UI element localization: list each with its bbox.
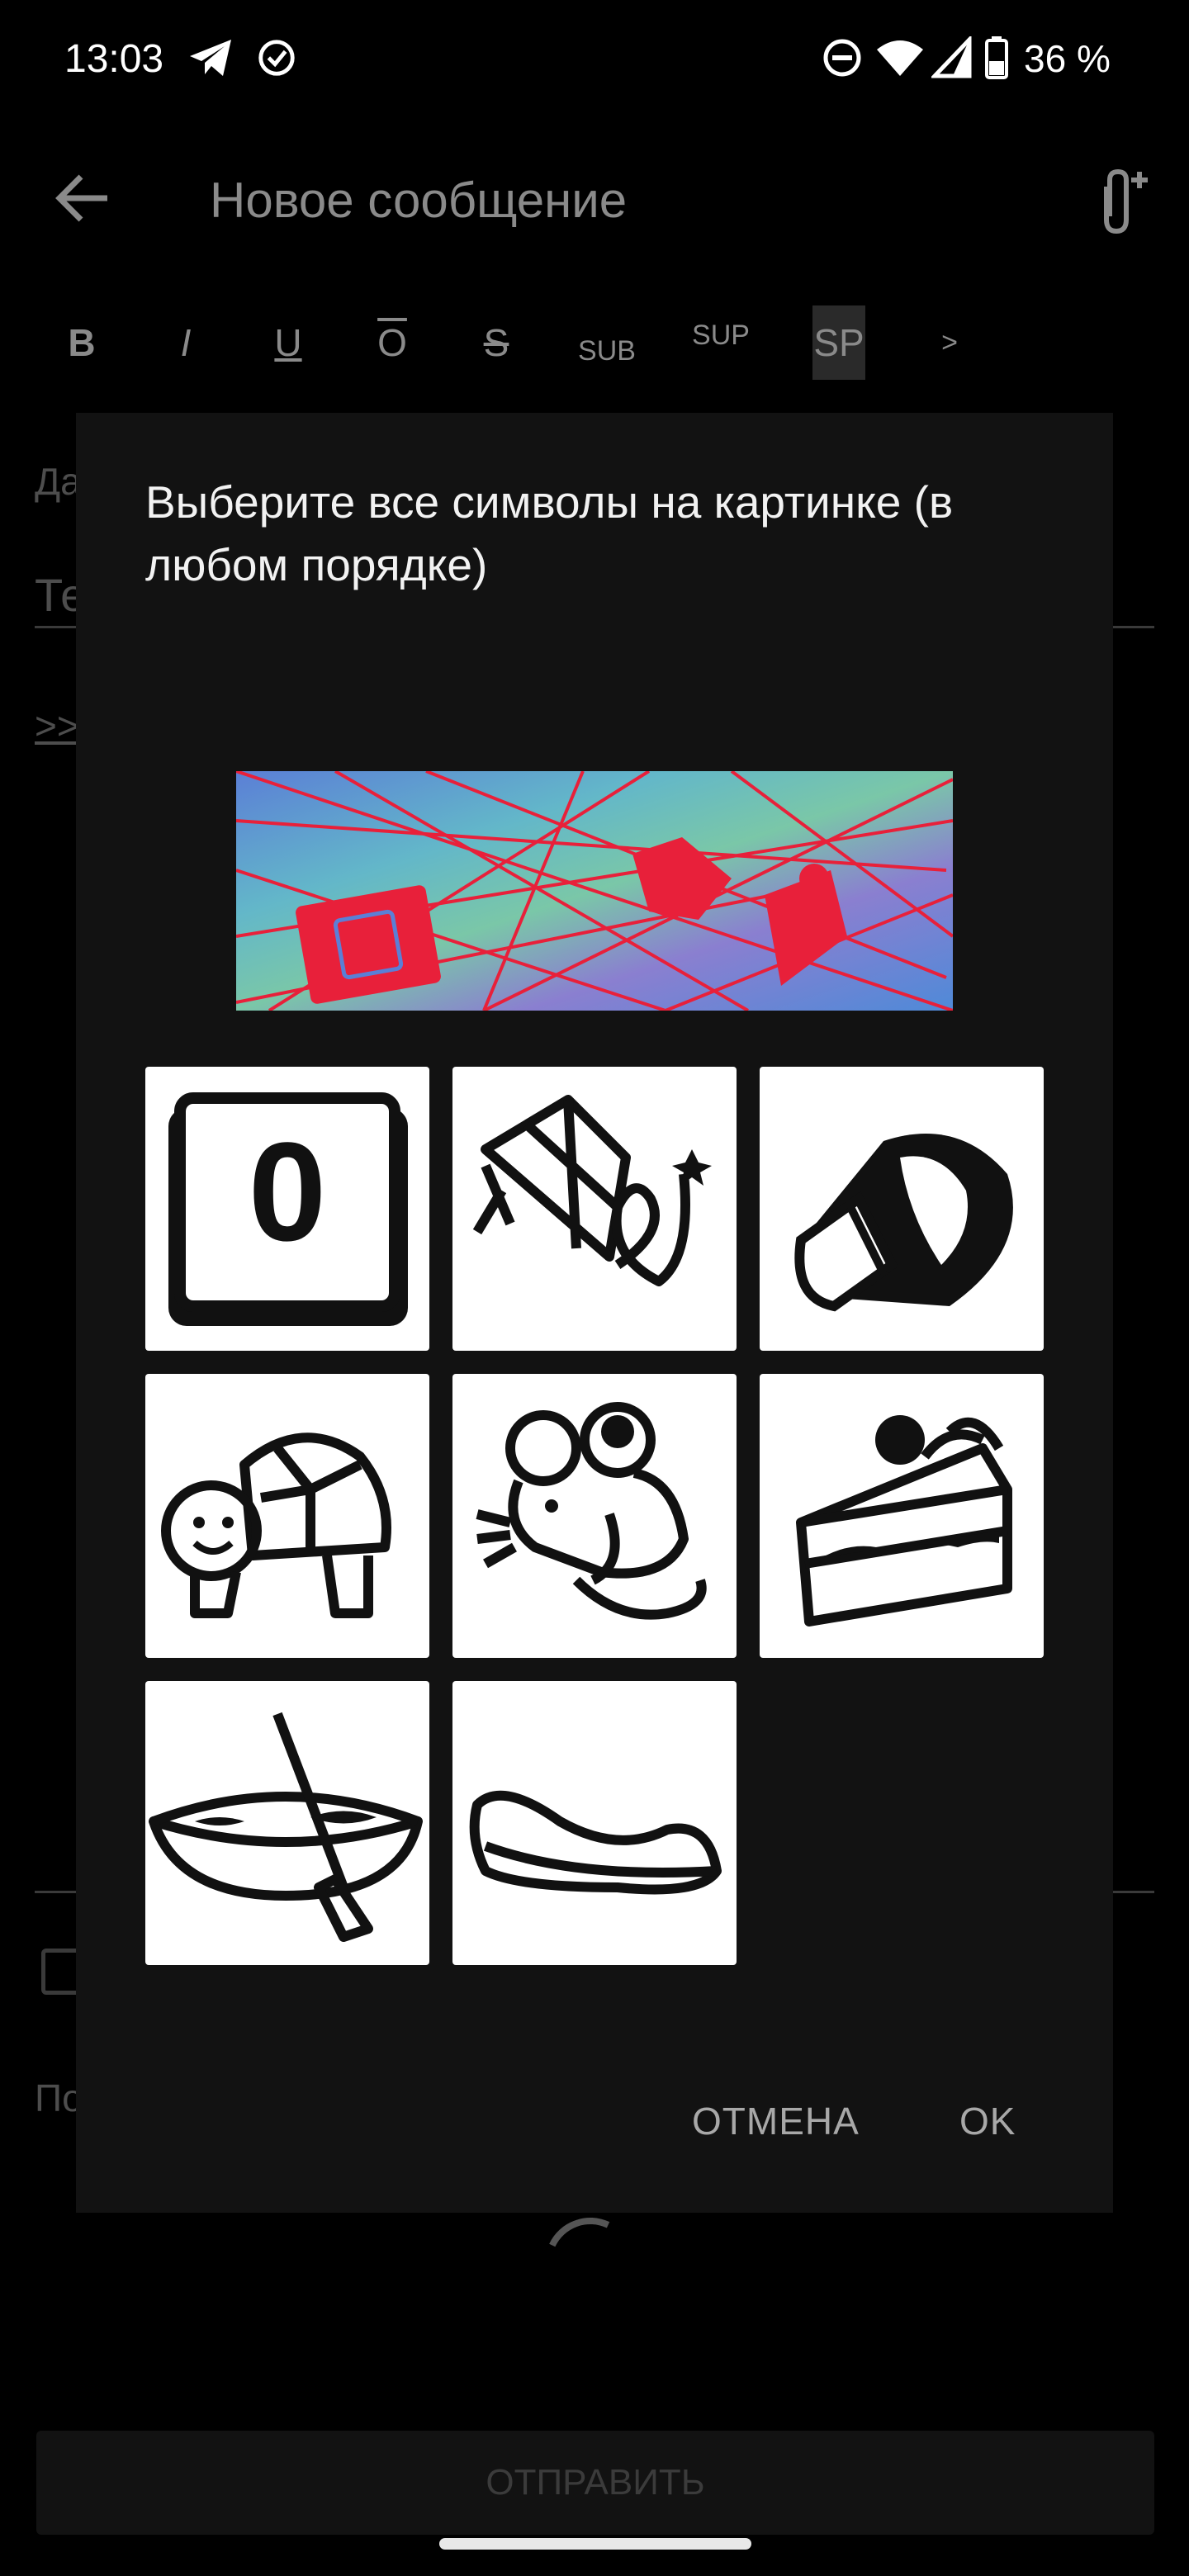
format-strike-button[interactable]: S: [467, 305, 525, 380]
date-label: Да: [35, 460, 82, 503]
arrow-back-icon[interactable]: [50, 165, 116, 231]
format-underline-button[interactable]: U: [259, 305, 317, 380]
telegram-icon: [190, 40, 231, 76]
megaphone-icon: [794, 1134, 1013, 1312]
captcha-choice-mouse[interactable]: [452, 1374, 737, 1658]
dialog-title: Выберите все символы на картинке (в любо…: [145, 476, 954, 590]
captcha-choice-megaphone[interactable]: [760, 1067, 1044, 1351]
wifi-icon: [877, 40, 923, 76]
format-spoiler-button[interactable]: SP: [812, 305, 865, 380]
signal-icon: [931, 36, 972, 78]
canoe-icon: [149, 1712, 423, 1942]
captcha-choice-kite[interactable]: [452, 1067, 737, 1351]
captcha-choice-cake-slice[interactable]: [760, 1374, 1044, 1658]
captcha-choice-turtle[interactable]: [145, 1374, 429, 1658]
svg-text:0: 0: [249, 1114, 327, 1271]
battery-percent: 36 %: [1024, 37, 1111, 80]
cancel-button[interactable]: ОТМЕНА: [692, 2099, 860, 2143]
check-circle-icon: [258, 40, 295, 76]
format-toolbar: B I U O S SUB SUP SP >: [0, 305, 1189, 380]
flat-shoe-icon: [469, 1790, 722, 1895]
quote-label: >>: [35, 704, 79, 747]
dnd-icon: [823, 39, 861, 77]
toolbar-title: Новое сообщение: [210, 173, 628, 228]
status-time: 13:03: [64, 37, 164, 81]
cake-slice-icon: [796, 1415, 1012, 1627]
captcha-dialog: Выберите все символы на картинке (в любо…: [76, 413, 1113, 2213]
ok-button[interactable]: OK: [959, 2099, 1016, 2143]
captcha-choice-key-zero[interactable]: 0: [145, 1067, 429, 1351]
format-quote-button[interactable]: >: [925, 305, 974, 380]
format-italic-button[interactable]: I: [157, 305, 215, 380]
status-bar: 13:03 36 %: [0, 0, 1189, 116]
format-bold-button[interactable]: B: [53, 305, 111, 380]
captcha-choice-flat-shoe[interactable]: [452, 1681, 737, 1965]
format-sup-button[interactable]: SUP: [684, 305, 758, 380]
mouse-icon: [476, 1402, 707, 1620]
format-overline-button[interactable]: O: [363, 305, 421, 380]
captcha-choice-canoe[interactable]: [145, 1681, 429, 1965]
battery-icon: [985, 36, 1008, 79]
nav-gesture-handle[interactable]: [439, 2538, 751, 2550]
captcha-image: [236, 771, 953, 1011]
key-zero-icon: 0: [168, 1092, 408, 1326]
format-sub-button[interactable]: SUB: [570, 305, 644, 380]
turtle-icon: [161, 1432, 391, 1618]
send-button[interactable]: ОТПРАВИТЬ: [36, 2431, 1154, 2535]
kite-icon: [472, 1095, 712, 1286]
attach-add-icon[interactable]: [1082, 162, 1148, 236]
